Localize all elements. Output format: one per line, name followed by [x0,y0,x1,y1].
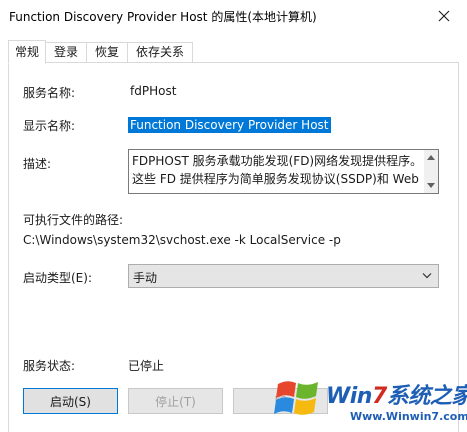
service-name-label: 服务名称: [23,86,76,100]
description-label: 描述: [23,157,52,171]
description-line-2: 这些 FD 提供程序为简单服务发现协议(SSDP)和 Web [132,172,419,186]
description-line-1: FDPHOST 服务承载功能发现(FD)网络发现提供程序。 [132,154,423,168]
chevron-down-icon [422,273,432,279]
tab-general[interactable]: 常规 [8,40,47,64]
description-scrollbar[interactable] [424,150,438,193]
pause-button[interactable]: 暂 [233,388,328,414]
executable-path-value: C:\Windows\system32\svchost.exe -k Local… [23,233,341,247]
description-box[interactable]: FDPHOST 服务承载功能发现(FD)网络发现提供程序。 这些 FD 提供程序… [128,149,439,194]
display-name-field[interactable]: Function Discovery Provider Host [128,117,331,133]
tab-logon[interactable]: 登录 [46,42,88,62]
tab-dependencies[interactable]: 依存关系 [128,42,194,62]
tab-recovery[interactable]: 恢复 [87,42,129,62]
startup-type-select[interactable]: 手动 [128,264,439,288]
close-icon [438,10,449,22]
arrow-up-icon[interactable] [427,155,435,160]
arrow-down-icon[interactable] [427,183,435,188]
display-name-label: 显示名称: [23,119,76,133]
startup-type-value: 手动 [133,271,158,285]
stop-button[interactable]: 停止(T) [128,388,223,414]
window-title: Function Discovery Provider Host 的属性(本地计… [9,10,317,24]
title-bar: Function Discovery Provider Host 的属性(本地计… [0,0,467,32]
service-status-label: 服务状态: [23,359,76,373]
start-button[interactable]: 启动(S) [23,388,118,414]
startup-type-label: 启动类型(E): [23,271,92,285]
description-text: FDPHOST 服务承载功能发现(FD)网络发现提供程序。 这些 FD 提供程序… [132,152,424,188]
executable-path-label: 可执行文件的路径: [23,213,124,227]
service-status-value: 已停止 [128,359,165,373]
tab-strip: 常规 登录 恢复 依存关系 [8,40,194,64]
service-name-value: fdPHost [130,84,177,98]
close-button[interactable] [420,0,467,32]
